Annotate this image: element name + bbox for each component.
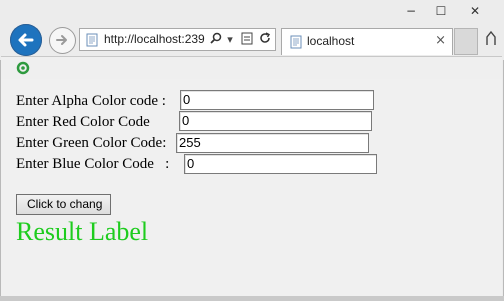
arrow-right-icon — [56, 35, 67, 45]
blue-input[interactable]: 0 — [184, 154, 377, 174]
home-icon[interactable] — [484, 30, 498, 50]
back-button[interactable] — [10, 24, 42, 56]
page-icon — [86, 33, 98, 47]
chevron-down-icon[interactable]: ▾ — [223, 32, 237, 47]
green-label: Enter Green Color Code: — [16, 135, 167, 151]
arrow-left-icon — [18, 33, 34, 47]
red-input[interactable]: 0 — [179, 111, 372, 131]
red-label: Enter Red Color Code — [16, 114, 169, 130]
result-label: Result Label — [16, 217, 149, 246]
status-bar — [0, 296, 504, 301]
page-icon — [290, 35, 302, 49]
close-tab-icon[interactable]: × — [435, 33, 446, 48]
favorites-bar — [1, 56, 502, 80]
green-input[interactable]: 255 — [176, 133, 369, 153]
alpha-label: Enter Alpha Color code : — [16, 93, 170, 109]
refresh-icon[interactable] — [258, 32, 272, 47]
change-color-button[interactable]: Click to chang — [16, 194, 111, 215]
close-button[interactable]: ✕ — [462, 2, 488, 20]
compatibility-icon[interactable] — [240, 32, 254, 47]
tab-localhost[interactable]: localhost × — [281, 28, 453, 55]
address-bar[interactable]: http://localhost:239 ▾ — [79, 28, 276, 51]
search-icon[interactable] — [209, 32, 223, 47]
url-text[interactable]: http://localhost:239 — [104, 32, 206, 48]
new-tab-button[interactable] — [454, 28, 478, 55]
forward-button[interactable] — [49, 27, 76, 54]
maximize-button[interactable]: ☐ — [428, 2, 454, 20]
blue-label: Enter Blue Color Code : — [16, 156, 170, 172]
minimize-button[interactable]: − — [398, 2, 424, 20]
alpha-input[interactable]: 0 — [180, 90, 374, 110]
tab-title: localhost — [307, 34, 355, 48]
ie-logo-icon[interactable] — [16, 61, 30, 75]
